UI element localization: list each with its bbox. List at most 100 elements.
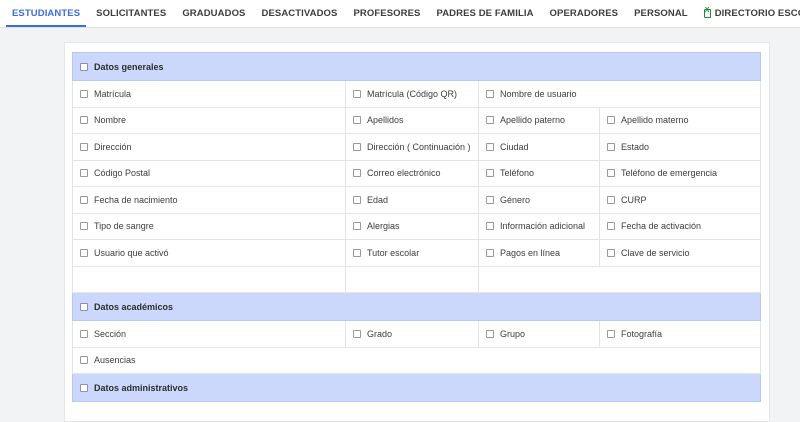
tab-desactivados[interactable]: DESACTIVADOS	[254, 0, 346, 27]
field-checkbox[interactable]	[80, 169, 88, 178]
field-cell: Dirección ( Continuación )	[345, 133, 479, 161]
field-label: Usuario que activó	[94, 247, 169, 258]
field-row: Tipo de sangre Alergias Información adic…	[72, 212, 762, 240]
field-checkbox[interactable]	[80, 116, 88, 125]
field-cell: Estado	[598, 133, 762, 161]
excel-file-icon	[703, 7, 711, 18]
field-checkbox[interactable]	[353, 89, 361, 98]
field-cell: Nombre	[72, 106, 346, 134]
field-checkbox[interactable]	[80, 356, 88, 365]
tab-solicitantes[interactable]: SOLICITANTES	[88, 0, 174, 27]
field-checkbox[interactable]	[607, 222, 615, 231]
tab-directorio-escolar-label: DIRECTORIO ESCOLAR	[714, 8, 800, 19]
field-label: Matrícula	[94, 88, 132, 99]
section-title: Datos administrativos	[94, 382, 189, 393]
field-cell: Sección	[72, 320, 346, 348]
field-label: Tutor escolar	[367, 247, 420, 258]
field-cell: Grado	[345, 320, 479, 348]
section-checkbox-datos-generales[interactable]	[80, 62, 88, 71]
field-checkbox[interactable]	[607, 116, 615, 125]
field-cell: Teléfono	[478, 159, 600, 187]
field-checkbox[interactable]	[353, 169, 361, 178]
field-cell: Código Postal	[72, 159, 346, 187]
field-checkbox[interactable]	[353, 116, 361, 125]
field-cell: Apellido materno	[598, 106, 762, 134]
export-fields-table: Datos generales Matrícula Matrícula (Cód…	[71, 52, 762, 402]
field-cell: Información adicional	[478, 212, 600, 240]
field-label: Género	[500, 194, 531, 205]
tab-operadores[interactable]: OPERADORES	[542, 0, 627, 27]
field-label: Código Postal	[94, 168, 151, 179]
field-cell: Tutor escolar	[345, 239, 479, 267]
field-checkbox[interactable]	[486, 248, 494, 257]
field-checkbox[interactable]	[607, 195, 615, 204]
field-checkbox[interactable]	[80, 195, 88, 204]
field-checkbox[interactable]	[80, 248, 88, 257]
field-checkbox[interactable]	[353, 222, 361, 231]
field-checkbox[interactable]	[607, 142, 615, 151]
empty-cell	[72, 265, 346, 293]
field-row: Matrícula Matrícula (Código QR) Nombre d…	[72, 80, 762, 108]
field-cell: Dirección	[72, 133, 346, 161]
tab-graduados[interactable]: GRADUADOS	[174, 0, 253, 27]
field-cell: Grupo	[478, 320, 600, 348]
tab-estudiantes[interactable]: ESTUDIANTES	[4, 0, 88, 27]
field-checkbox[interactable]	[607, 248, 615, 257]
field-label: Estado	[621, 141, 650, 152]
field-cell: Fecha de nacimiento	[72, 186, 346, 214]
field-label: Sección	[94, 328, 127, 339]
field-checkbox[interactable]	[486, 222, 494, 231]
field-checkbox[interactable]	[486, 195, 494, 204]
field-checkbox[interactable]	[353, 248, 361, 257]
field-label: Teléfono de emergencia	[621, 168, 718, 179]
empty-cell	[477, 265, 762, 293]
field-label: Teléfono	[500, 168, 535, 179]
field-checkbox[interactable]	[80, 329, 88, 338]
section-checkbox-datos-academicos[interactable]	[80, 302, 88, 311]
field-checkbox[interactable]	[353, 195, 361, 204]
field-label: Fotografía	[621, 328, 663, 339]
field-label: Apellido paterno	[500, 115, 566, 126]
field-checkbox[interactable]	[353, 329, 361, 338]
field-cell: Alergias	[345, 212, 479, 240]
field-checkbox[interactable]	[486, 89, 494, 98]
field-checkbox[interactable]	[607, 169, 615, 178]
section-checkbox-datos-administrativos[interactable]	[80, 383, 88, 392]
field-cell: Fotografía	[598, 320, 762, 348]
field-checkbox[interactable]	[486, 169, 494, 178]
field-cell: Pagos en línea	[478, 239, 600, 267]
field-label: Información adicional	[500, 221, 586, 232]
field-row: Sección Grado Grupo Fotografía	[72, 320, 762, 348]
field-label: Ciudad	[500, 141, 529, 152]
field-checkbox[interactable]	[80, 222, 88, 231]
field-cell: Tipo de sangre	[72, 212, 346, 240]
field-cell: Ciudad	[478, 133, 600, 161]
tab-directorio-escolar[interactable]: DIRECTORIO ESCOLAR	[696, 0, 800, 27]
field-label: Grupo	[500, 328, 526, 339]
field-label: Grado	[367, 328, 393, 339]
field-label: Correo electrónico	[367, 168, 441, 179]
field-label: Matrícula (Código QR)	[367, 88, 458, 99]
field-row: Usuario que activó Tutor escolar Pagos e…	[72, 239, 762, 267]
field-label: Fecha de nacimiento	[94, 194, 178, 205]
tab-personal[interactable]: PERSONAL	[626, 0, 696, 27]
field-checkbox[interactable]	[353, 142, 361, 151]
tab-profesores[interactable]: PROFESORES	[345, 0, 428, 27]
field-row: Código Postal Correo electrónico Teléfon…	[72, 159, 762, 187]
field-row: Ausencias	[71, 346, 762, 374]
field-cell: Matrícula	[72, 80, 346, 108]
field-cell: Fecha de activación	[598, 212, 762, 240]
field-checkbox[interactable]	[486, 116, 494, 125]
field-cell: Clave de servicio	[598, 239, 762, 267]
section-title: Datos académicos	[94, 301, 174, 312]
field-cell: Nombre de usuario	[477, 80, 762, 108]
field-checkbox[interactable]	[607, 329, 615, 338]
tab-padres-de-familia[interactable]: PADRES DE FAMILIA	[428, 0, 541, 27]
field-checkbox[interactable]	[486, 329, 494, 338]
field-checkbox[interactable]	[80, 89, 88, 98]
field-label: Dirección ( Continuación )	[367, 141, 471, 152]
field-label: Nombre	[94, 115, 127, 126]
field-cell: Género	[478, 186, 600, 214]
field-checkbox[interactable]	[80, 142, 88, 151]
field-checkbox[interactable]	[486, 142, 494, 151]
